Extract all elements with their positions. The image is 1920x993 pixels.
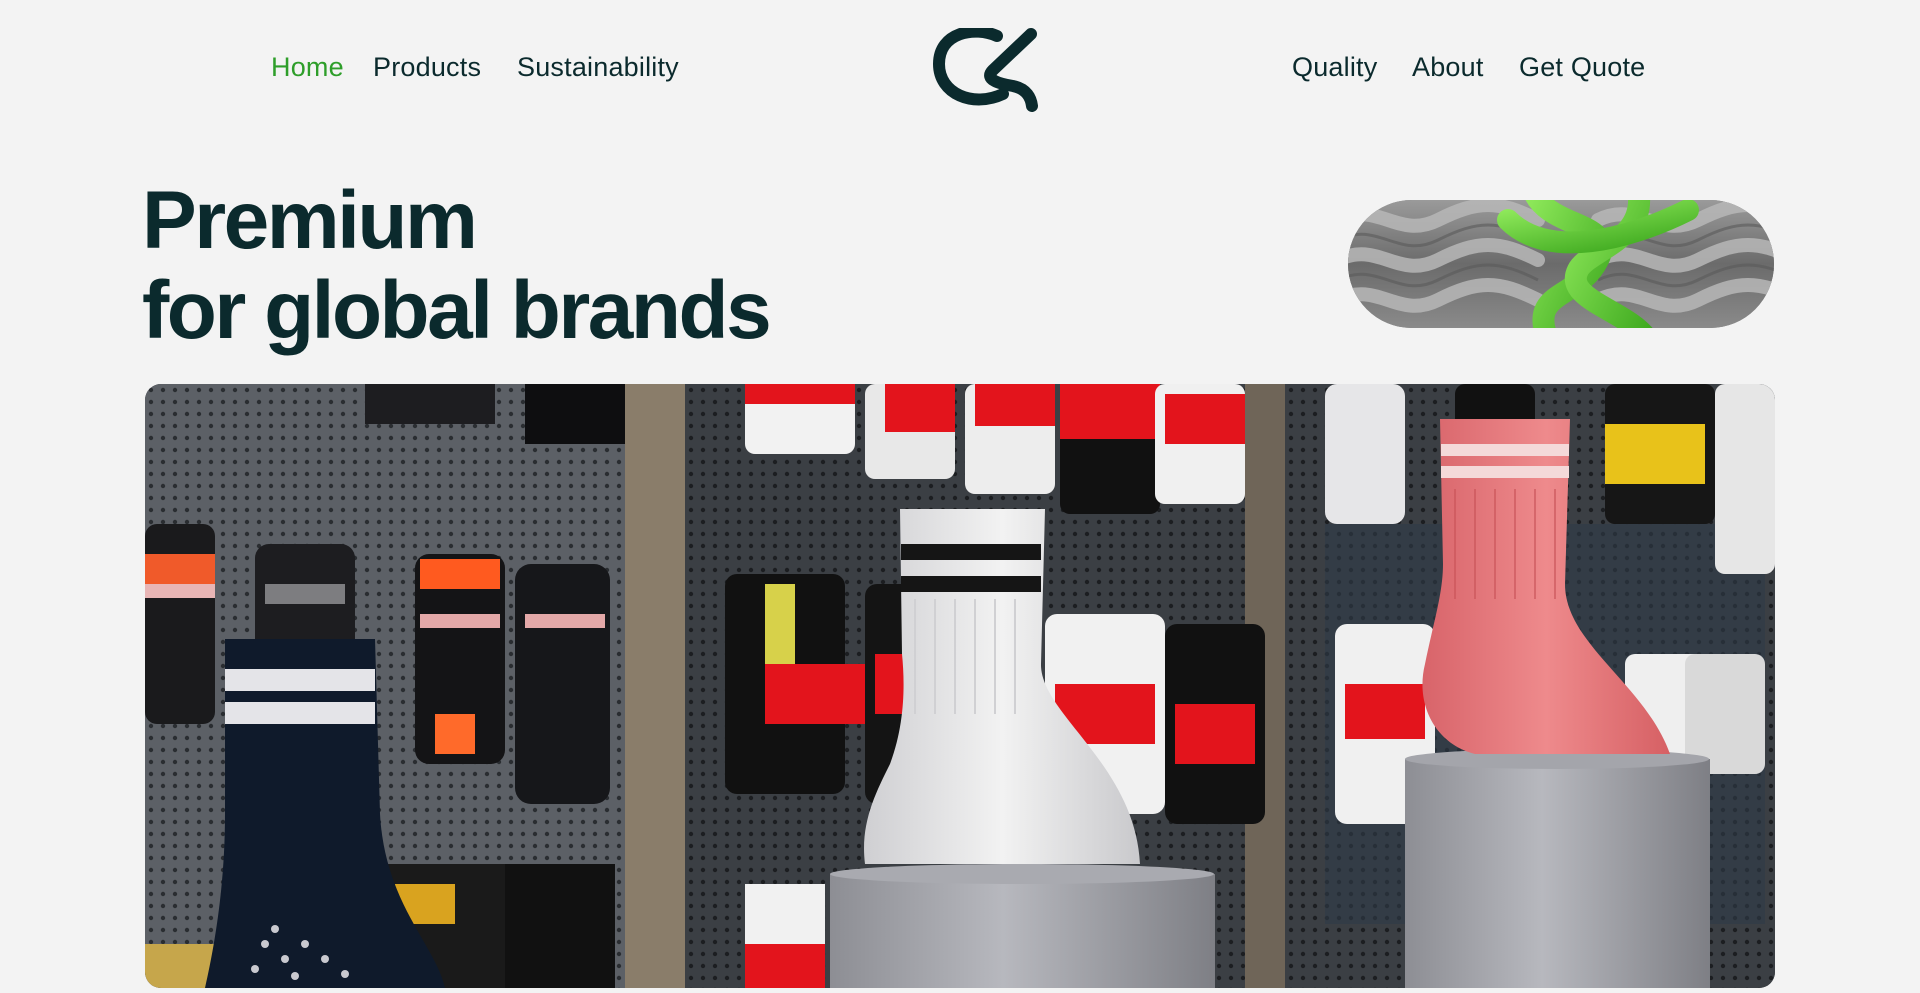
nav-about-link[interactable]: About [1412, 52, 1484, 83]
nav-home-link[interactable]: Home [271, 52, 344, 83]
hero-title: Premium for global brands [142, 175, 772, 356]
nav-get-quote-link[interactable]: Get Quote [1519, 52, 1645, 83]
ck-logo-icon[interactable] [931, 28, 1041, 112]
hero-title-line-2: for global brands [142, 265, 772, 356]
nav-products-link[interactable]: Products [373, 52, 481, 83]
sock-display-photo [145, 384, 1775, 988]
nav-quality-link[interactable]: Quality [1292, 52, 1377, 83]
braided-yarn-image [1348, 200, 1774, 328]
hero-title-line-1: Premium [142, 175, 478, 266]
nav-sustainability-link[interactable]: Sustainability [517, 52, 679, 83]
